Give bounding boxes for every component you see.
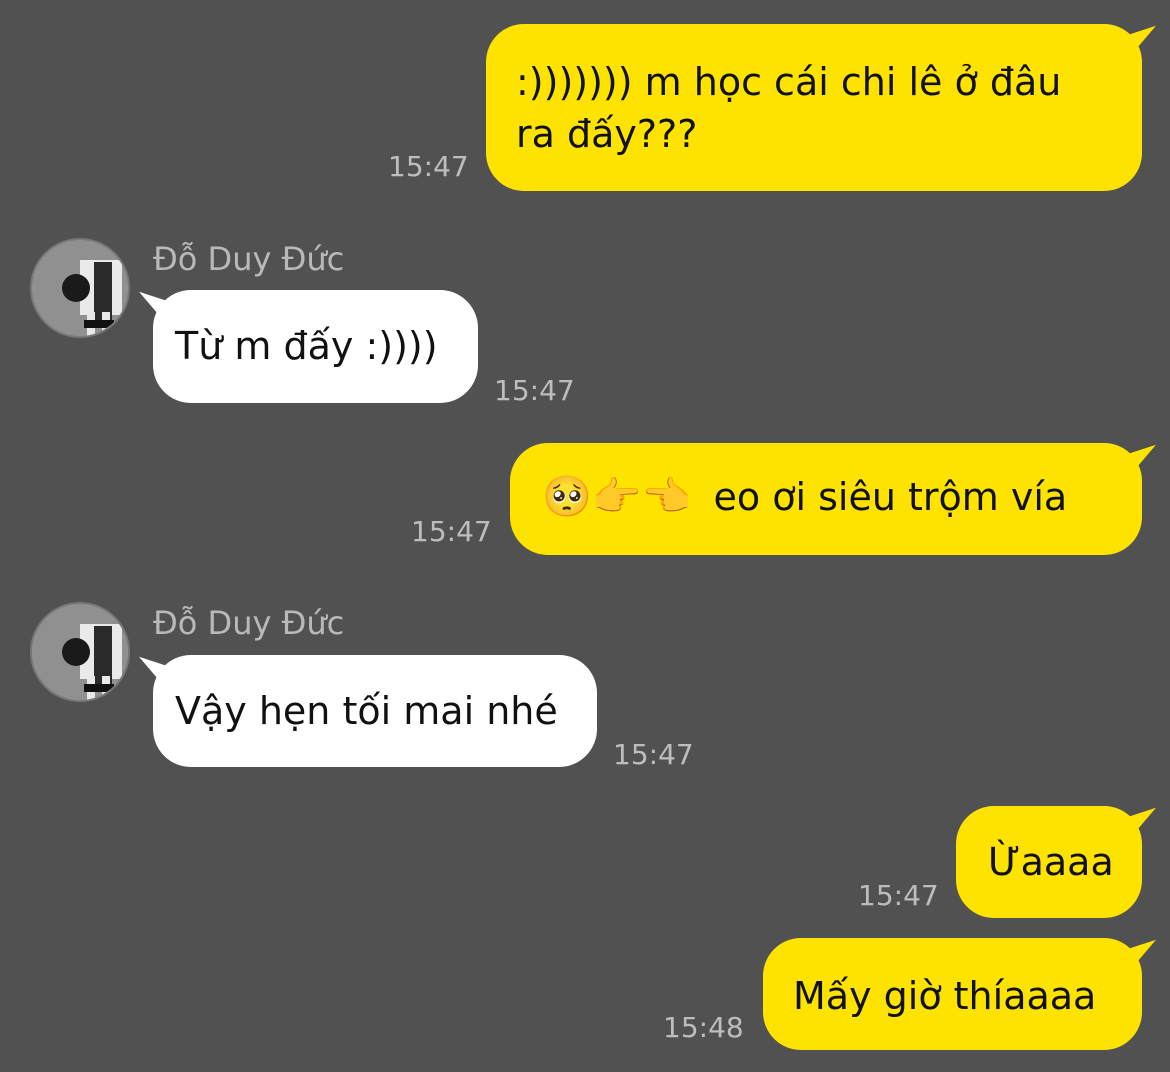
message-text: Vậy hẹn tối mai nhé bbox=[175, 689, 558, 733]
message-timestamp: 15:47 bbox=[388, 150, 469, 183]
message-timestamp: 15:47 bbox=[613, 738, 694, 771]
message-text: Ừaaaa bbox=[988, 840, 1114, 884]
emoji-pleading-pointing-icon: 🥺👉👈 bbox=[542, 474, 692, 520]
message-bubble-incoming[interactable]: Từ m đấy :)))) bbox=[153, 290, 478, 403]
message-bubble-outgoing[interactable]: Ừaaaa bbox=[956, 806, 1142, 918]
message-text: Từ m đấy :)))) bbox=[175, 324, 438, 368]
contact-avatar[interactable] bbox=[30, 238, 130, 338]
sender-name: Đỗ Duy Đức bbox=[153, 240, 345, 278]
avatar-photo-icon bbox=[32, 604, 128, 700]
message-bubble-outgoing[interactable]: :))))))) m học cái chi lê ở đâu ra đấy??… bbox=[486, 24, 1142, 191]
message-timestamp: 15:47 bbox=[858, 879, 939, 912]
message-bubble-outgoing[interactable]: 🥺👉👈 eo ơi siêu trộm vía bbox=[510, 443, 1142, 555]
message-text: eo ơi siêu trộm vía bbox=[713, 475, 1068, 519]
chat-thread[interactable]: :))))))) m học cái chi lê ở đâu ra đấy??… bbox=[0, 0, 1170, 1072]
message-bubble-outgoing[interactable]: Mấy giờ thíaaaa bbox=[763, 938, 1142, 1050]
message-text-line: :))))))) m học cái chi lê ở đâu bbox=[516, 60, 1062, 104]
sender-name: Đỗ Duy Đức bbox=[153, 604, 345, 642]
avatar-photo-icon bbox=[32, 240, 128, 336]
message-timestamp: 15:47 bbox=[411, 515, 492, 548]
message-text: Mấy giờ thíaaaa bbox=[793, 974, 1097, 1018]
message-bubble-incoming[interactable]: Vậy hẹn tối mai nhé bbox=[153, 655, 597, 767]
message-timestamp: 15:48 bbox=[663, 1011, 744, 1044]
contact-avatar[interactable] bbox=[30, 602, 130, 702]
message-timestamp: 15:47 bbox=[494, 374, 575, 407]
message-text-line: ra đấy??? bbox=[516, 112, 698, 156]
